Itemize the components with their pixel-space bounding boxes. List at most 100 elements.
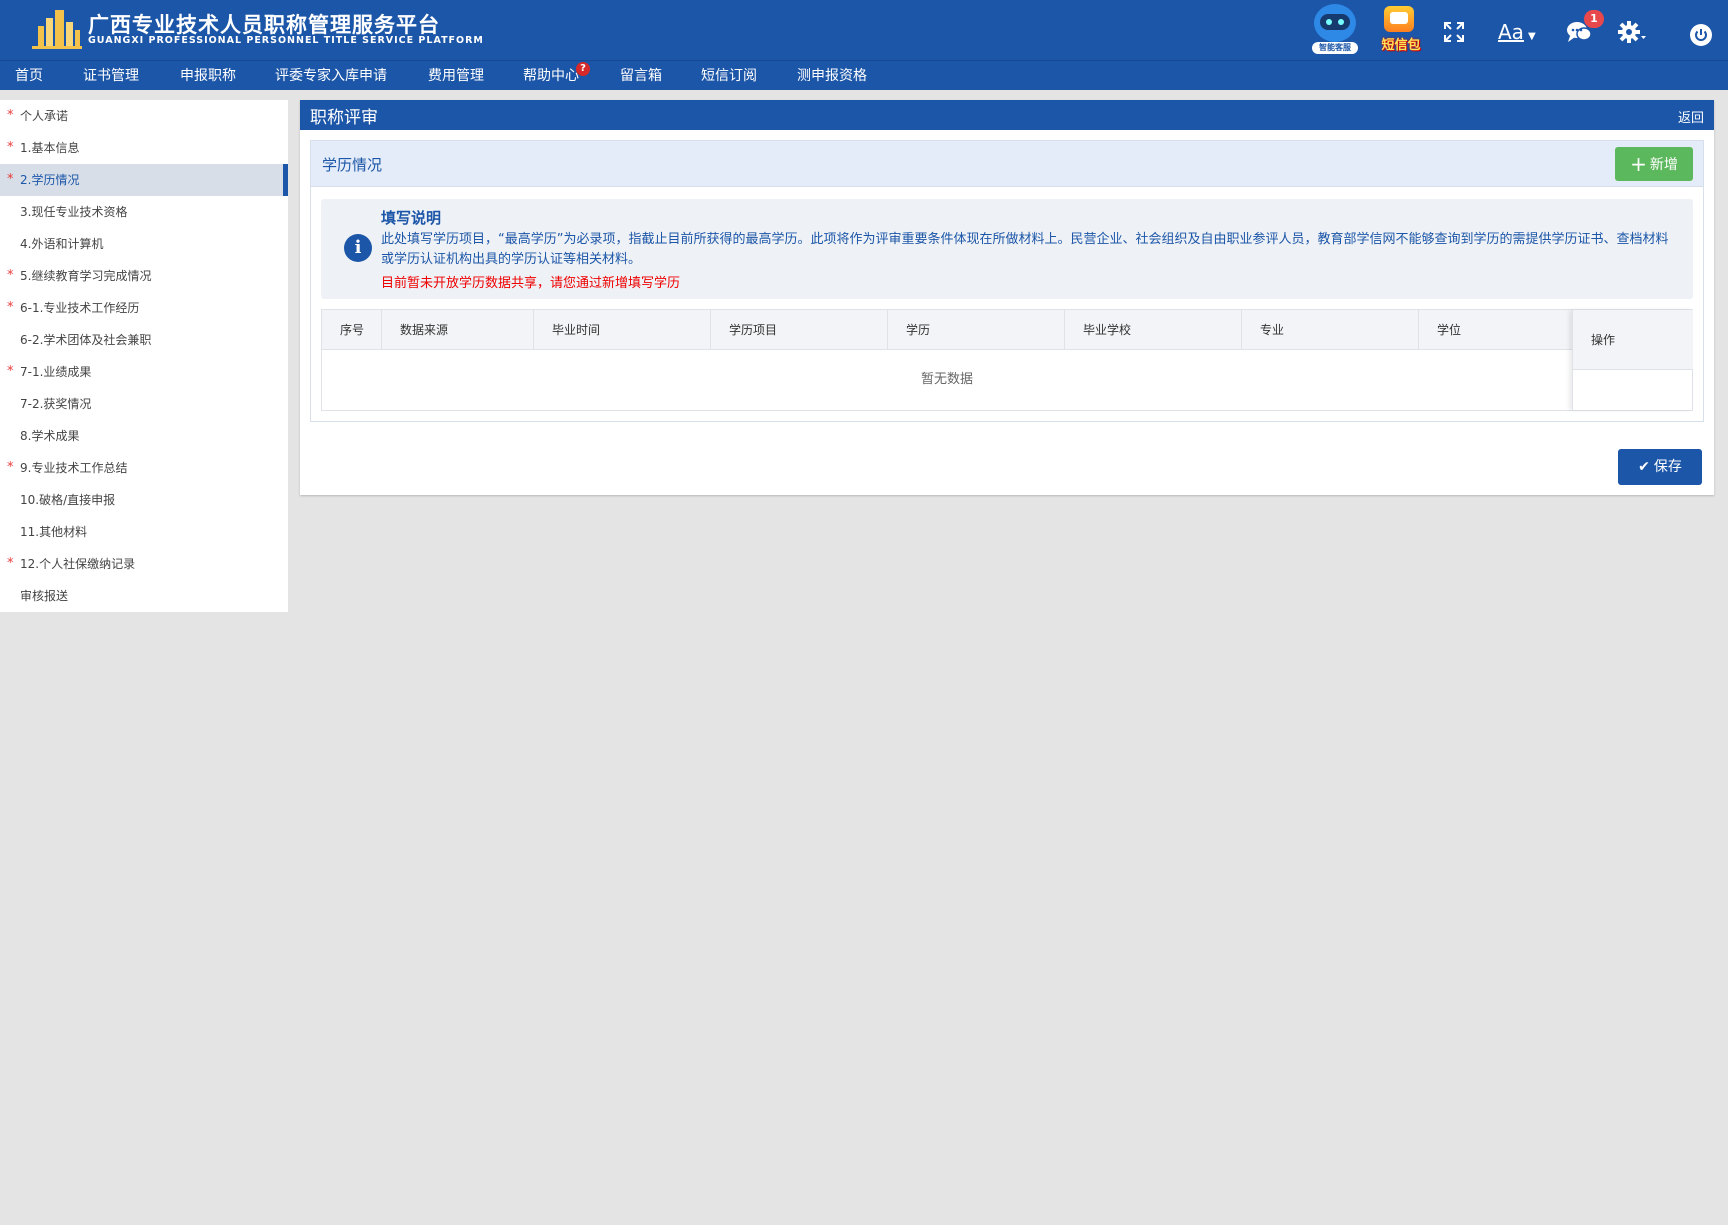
logo-icon bbox=[32, 10, 82, 49]
save-button-label: 保存 bbox=[1653, 459, 1682, 475]
section-title: 学历情况 bbox=[322, 156, 383, 174]
panel-title: 职称评审 bbox=[310, 108, 378, 128]
gear-icon bbox=[1618, 21, 1646, 43]
sidebar-item[interactable]: 审核报送 bbox=[0, 580, 288, 612]
check-icon: ✔ bbox=[1638, 459, 1650, 475]
sidebar-item-label: 11.其他材料 bbox=[20, 525, 88, 539]
required-mark: * bbox=[7, 172, 14, 187]
sidebar-item-label: 7-2.获奖情况 bbox=[20, 397, 92, 411]
help-question-icon: ? bbox=[576, 62, 590, 76]
section-header: 学历情况 + 新增 bbox=[311, 141, 1703, 187]
column-header[interactable]: 序号 bbox=[322, 310, 382, 350]
logout-button[interactable] bbox=[1690, 24, 1712, 46]
panel-header: 职称评审 返回 bbox=[300, 100, 1714, 130]
nav-expert-application[interactable]: 评委专家入库申请 bbox=[275, 61, 387, 91]
nav-sms-subscribe[interactable]: 短信订阅 bbox=[701, 61, 757, 91]
required-mark: * bbox=[7, 460, 14, 475]
column-header[interactable]: 学历项目 bbox=[711, 310, 888, 350]
sidebar-item[interactable]: * 6-1.专业技术工作经历 bbox=[0, 292, 288, 324]
platform-subtitle: GUANGXI PROFESSIONAL PERSONNEL TITLE SER… bbox=[88, 35, 484, 46]
sidebar-item[interactable]: 7-2.获奖情况 bbox=[0, 388, 288, 420]
sidebar-item-label: 5.继续教育学习完成情况 bbox=[20, 269, 152, 283]
font-size-label: Aa bbox=[1498, 20, 1524, 44]
column-header[interactable]: 数据来源 bbox=[382, 310, 534, 350]
instructions-warning: 目前暂未开放学历数据共享，请您通过新增填写学历 bbox=[381, 276, 681, 291]
sidebar-item[interactable]: 3.现任专业技术资格 bbox=[0, 196, 288, 228]
column-header[interactable]: 毕业时间 bbox=[534, 310, 711, 350]
smart-service-label: 智能客服 bbox=[1312, 42, 1358, 54]
column-header[interactable]: 毕业学校 bbox=[1065, 310, 1242, 350]
column-header[interactable]: 学位 bbox=[1419, 310, 1572, 350]
sidebar-item-label: 1.基本信息 bbox=[20, 141, 80, 155]
fullscreen-icon[interactable] bbox=[1444, 22, 1464, 42]
sidebar-item-label: 6-2.学术团体及社会兼职 bbox=[20, 333, 152, 347]
sidebar-item[interactable]: 11.其他材料 bbox=[0, 516, 288, 548]
sidebar-item[interactable]: * 12.个人社保缴纳记录 bbox=[0, 548, 288, 580]
plus-icon: + bbox=[1630, 152, 1647, 176]
main-nav: 首页 证书管理 申报职称 评委专家入库申请 费用管理 帮助中心 ? 留言箱 短信… bbox=[0, 60, 1728, 90]
review-panel: 职称评审 返回 学历情况 + 新增 i 填写说明 此处填写学历项目，“最高学历”为… bbox=[300, 100, 1714, 495]
sidebar-item[interactable]: * 个人承诺 bbox=[0, 100, 288, 132]
font-size-button[interactable]: Aa ▼ bbox=[1498, 20, 1536, 44]
sms-package-label: 短信包 bbox=[1381, 38, 1421, 53]
power-icon bbox=[1695, 29, 1707, 41]
smart-service-button[interactable]: 智能客服 bbox=[1310, 4, 1360, 54]
sidebar-item[interactable]: 4.外语和计算机 bbox=[0, 228, 288, 260]
sidebar-item-label: 2.学历情况 bbox=[20, 173, 80, 187]
sidebar-item[interactable]: * 9.专业技术工作总结 bbox=[0, 452, 288, 484]
sidebar-item-label: 9.专业技术工作总结 bbox=[20, 461, 128, 475]
operations-column: 操作 bbox=[1572, 310, 1693, 410]
instructions-title: 填写说明 bbox=[381, 209, 442, 227]
robot-eye bbox=[1338, 19, 1344, 25]
top-header: 广西专业技术人员职称管理服务平台 GUANGXI PROFESSIONAL PE… bbox=[0, 0, 1728, 60]
sidebar-item-label: 10.破格/直接申报 bbox=[20, 493, 116, 507]
add-button-label: 新增 bbox=[1649, 157, 1678, 173]
nav-fees[interactable]: 费用管理 bbox=[428, 61, 484, 91]
nav-apply-title[interactable]: 申报职称 bbox=[180, 61, 236, 91]
message-count-badge: 1 bbox=[1584, 10, 1604, 28]
instructions-text: 此处填写学历项目，“最高学历”为必录项，指截止目前所获得的最高学历。此项将作为评… bbox=[381, 232, 1669, 267]
required-mark: * bbox=[7, 108, 14, 123]
table-header: 序号 数据来源 毕业时间 学历项目 学历 毕业学校 专业 学位 bbox=[322, 310, 1572, 350]
required-mark: * bbox=[7, 364, 14, 379]
sidebar-item-label: 7-1.业绩成果 bbox=[20, 365, 92, 379]
robot-visor bbox=[1320, 14, 1350, 30]
nav-test-eligibility[interactable]: 测申报资格 bbox=[797, 61, 867, 91]
sidebar-item[interactable]: 6-2.学术团体及社会兼职 bbox=[0, 324, 288, 356]
nav-home[interactable]: 首页 bbox=[15, 61, 43, 91]
sidebar-item[interactable]: * 2.学历情况 bbox=[0, 164, 288, 196]
instructions-box: i 填写说明 此处填写学历项目，“最高学历”为必录项，指截止目前所获得的最高学历… bbox=[321, 199, 1693, 299]
sidebar-item[interactable]: 8.学术成果 bbox=[0, 420, 288, 452]
chevron-down-icon: ▼ bbox=[1527, 31, 1536, 42]
nav-help-center[interactable]: 帮助中心 bbox=[523, 61, 579, 91]
nav-certificates[interactable]: 证书管理 bbox=[83, 61, 139, 91]
sidebar-item-label: 6-1.专业技术工作经历 bbox=[20, 301, 140, 315]
column-header[interactable]: 专业 bbox=[1242, 310, 1419, 350]
empty-table-message: 暂无数据 bbox=[920, 372, 973, 387]
sidebar-item[interactable]: * 7-1.业绩成果 bbox=[0, 356, 288, 388]
sms-bubble bbox=[1390, 12, 1408, 24]
sidebar-item[interactable]: * 1.基本信息 bbox=[0, 132, 288, 164]
required-mark: * bbox=[7, 300, 14, 315]
education-table: 序号 数据来源 毕业时间 学历项目 学历 毕业学校 专业 学位 暂无数据 操作 bbox=[321, 309, 1693, 411]
info-icon: i bbox=[344, 234, 372, 262]
required-mark: * bbox=[7, 140, 14, 155]
sidebar-item[interactable]: * 5.继续教育学习完成情况 bbox=[0, 260, 288, 292]
sidebar-item-label: 3.现任专业技术资格 bbox=[20, 205, 128, 219]
column-header[interactable]: 学历 bbox=[888, 310, 1065, 350]
sidebar-item-label: 个人承诺 bbox=[20, 109, 69, 123]
back-link[interactable]: 返回 bbox=[1678, 107, 1704, 126]
sidebar-item-label: 审核报送 bbox=[20, 589, 69, 603]
save-button[interactable]: ✔ 保存 bbox=[1618, 449, 1702, 485]
education-section: 学历情况 + 新增 i 填写说明 此处填写学历项目，“最高学历”为必录项，指截止目… bbox=[310, 140, 1704, 422]
sidebar-item[interactable]: 10.破格/直接申报 bbox=[0, 484, 288, 516]
step-sidebar: * 个人承诺 * 1.基本信息 * 2.学历情况 3.现任专业技术资格 4.外语和计算机 * 5.… bbox=[0, 100, 288, 612]
robot-eye bbox=[1326, 19, 1332, 25]
add-button[interactable]: + 新增 bbox=[1615, 147, 1693, 181]
sms-package-button[interactable]: 短信包 bbox=[1378, 6, 1424, 54]
sidebar-item-label: 4.外语和计算机 bbox=[20, 237, 104, 251]
required-mark: * bbox=[7, 556, 14, 571]
settings-button[interactable] bbox=[1618, 20, 1646, 46]
operations-header: 操作 bbox=[1573, 310, 1693, 370]
nav-message-box[interactable]: 留言箱 bbox=[620, 61, 662, 91]
